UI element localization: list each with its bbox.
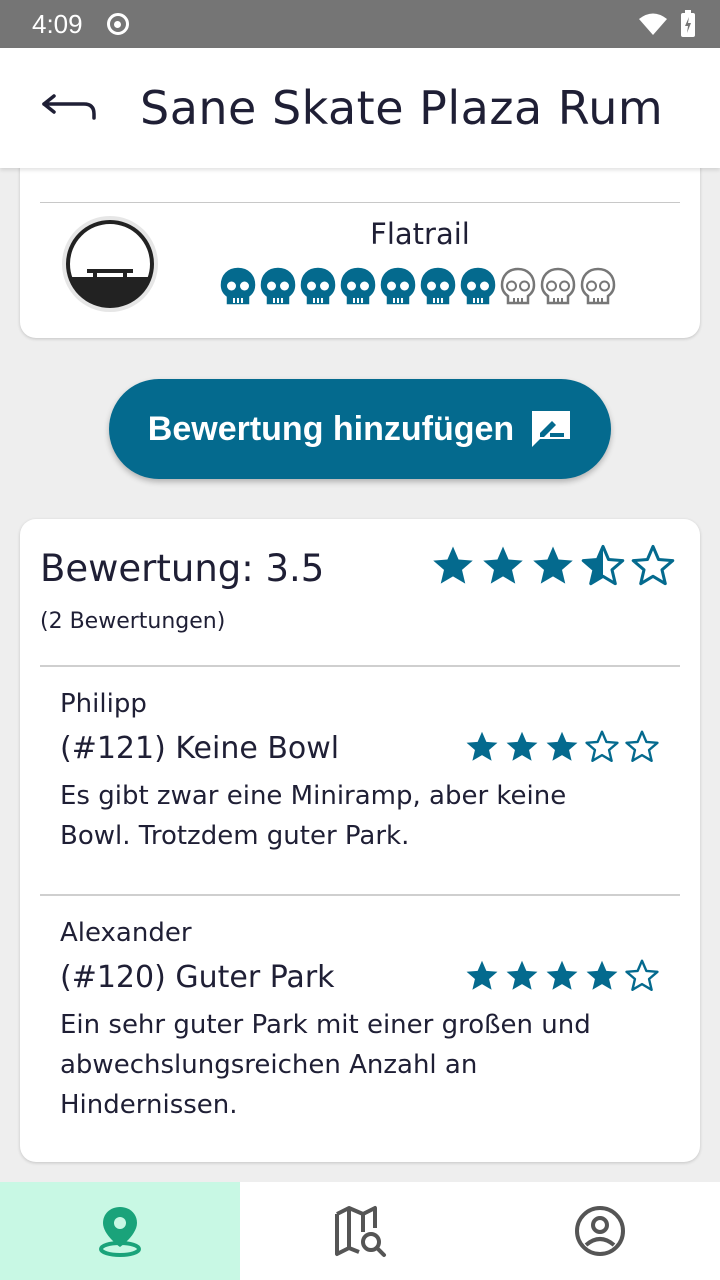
skull-filled-icon <box>380 267 416 305</box>
arrow-back-icon <box>42 94 96 120</box>
nav-tab-spots[interactable] <box>0 1182 240 1280</box>
review-author: Alexander <box>60 918 192 948</box>
content-scroll[interactable]: Flatrail Bewertung hinzufügen Bewertung:… <box>0 168 720 1182</box>
rating-count: (2 Bewertungen) <box>40 609 226 634</box>
star-filled-icon <box>466 960 498 990</box>
star-filled-icon <box>546 731 578 761</box>
add-review-button[interactable]: Bewertung hinzufügen <box>109 379 611 479</box>
obstacle-row: Flatrail <box>40 203 680 323</box>
nav-tab-profile[interactable] <box>480 1182 720 1280</box>
star-empty-icon <box>625 959 659 991</box>
status-time: 4:09 <box>32 8 83 39</box>
flatrail-icon <box>62 216 158 312</box>
star-empty-icon <box>625 730 659 762</box>
battery-icon <box>681 10 695 37</box>
review-item: Philipp (#121) Keine Bowl Es gibt zwar e… <box>60 689 660 856</box>
divider <box>40 665 680 667</box>
star-filled-icon <box>546 960 578 990</box>
star-filled-icon <box>466 731 498 761</box>
status-bar: 4:09 <box>0 0 720 48</box>
star-empty-icon <box>585 730 619 762</box>
review-stars <box>464 729 660 765</box>
map-search-icon <box>335 1206 386 1257</box>
obstacle-row <box>40 168 680 178</box>
star-half-icon <box>581 544 625 586</box>
star-filled-icon <box>586 960 618 990</box>
nav-tab-map[interactable] <box>240 1182 480 1280</box>
map-pin-icon <box>99 1207 141 1257</box>
review-stars <box>464 958 660 994</box>
skull-filled-icon <box>260 267 296 305</box>
skull-filled-icon <box>300 267 336 305</box>
rate-review-icon <box>532 411 571 447</box>
add-review-label: Bewertung hinzufügen <box>147 409 515 448</box>
app-bar: Sane Skate Plaza Rum <box>0 48 720 168</box>
status-icons <box>638 10 696 38</box>
reviews-card: Bewertung: 3.5 (2 Bewertungen) Philipp (… <box>20 519 700 1162</box>
divider <box>40 894 680 896</box>
skull-filled-icon <box>460 267 496 305</box>
rating-stars <box>430 543 676 589</box>
star-filled-icon <box>506 731 538 761</box>
star-filled-icon <box>506 960 538 990</box>
record-icon <box>106 13 129 35</box>
star-filled-icon <box>433 546 473 584</box>
rating-title: Bewertung: 3.5 <box>40 547 325 590</box>
star-filled-icon <box>483 546 523 584</box>
page-title: Sane Skate Plaza Rum <box>140 81 664 135</box>
review-item: Alexander (#120) Guter Park Ein sehr gut… <box>60 918 660 1125</box>
review-author: Philipp <box>60 689 147 719</box>
star-filled-icon <box>533 546 573 584</box>
review-text: Es gibt zwar eine Miniramp, aber keine B… <box>60 781 567 851</box>
skull-filled-icon <box>220 267 256 305</box>
skull-filled-icon <box>340 267 376 305</box>
star-empty-icon <box>631 544 675 586</box>
skull-empty-icon <box>540 267 576 305</box>
wifi-icon <box>639 13 667 35</box>
difficulty-skulls <box>220 267 616 307</box>
obstacle-name: Flatrail <box>370 217 470 251</box>
back-button[interactable] <box>0 48 140 168</box>
obstacles-card: Flatrail <box>20 168 700 338</box>
skull-empty-icon <box>500 267 536 305</box>
skull-empty-icon <box>580 267 616 305</box>
skull-filled-icon <box>420 267 456 305</box>
review-text: Ein sehr guter Park mit einer großen und… <box>60 1010 591 1120</box>
account-icon <box>575 1206 625 1256</box>
bottom-navigation <box>0 1182 720 1280</box>
